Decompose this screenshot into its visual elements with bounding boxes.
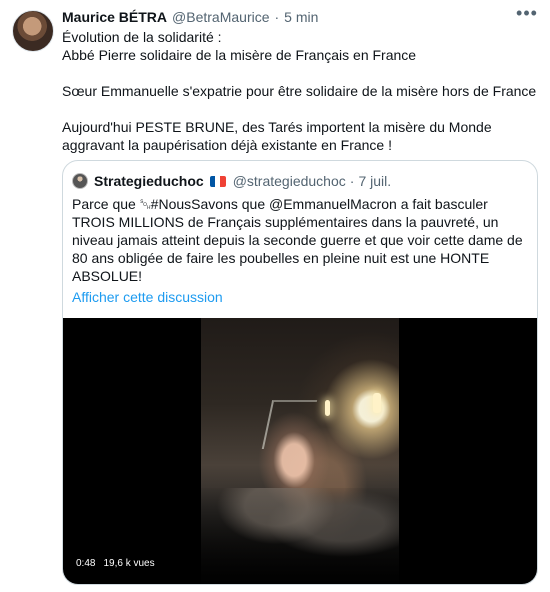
street-light — [325, 400, 330, 416]
quoted-author-avatar[interactable] — [72, 173, 88, 189]
embedded-video[interactable]: 0:48 19,6 k vues — [63, 318, 537, 584]
header-separator: · — [274, 9, 280, 25]
video-duration: 0:48 — [76, 558, 96, 569]
tweet-text-line-4: Sœur Emmanuelle s'expatrie pour être sol… — [62, 83, 537, 99]
quoted-text-line-1: Parce que ␁#NousSavons que @EmmanuelMacr… — [72, 196, 488, 212]
quoted-header-separator: · — [349, 173, 355, 189]
author-display-name[interactable]: Maurice BÉTRA — [62, 9, 167, 25]
author-handle[interactable]: @BetraMaurice — [172, 9, 269, 25]
tweet-text-line-7: aggravant la paupérisation déjà existant… — [62, 137, 392, 153]
bright-light — [373, 393, 381, 413]
more-horizontal-icon[interactable]: ••• — [515, 4, 539, 25]
quoted-text-line-3: niveau jamais atteint depuis la seconde … — [72, 232, 523, 248]
tweet-card[interactable]: Maurice BÉTRA @BetraMaurice · 5 min ••• … — [0, 0, 550, 592]
quoted-author-handle[interactable]: @strategieduchoc — [233, 173, 346, 189]
quoted-author-display-name[interactable]: Strategieduchoc — [94, 173, 204, 189]
tweet-text-line-1: Évolution de la solidarité : — [62, 29, 222, 45]
french-flag-icon — [209, 175, 226, 187]
video-view-count: 19,6 k vues — [103, 558, 155, 569]
quoted-tweet-header: Strategieduchoc @strategieduchoc · 7 jui… — [72, 172, 391, 190]
tweet-timestamp[interactable]: 5 min — [284, 9, 318, 25]
author-avatar[interactable] — [12, 10, 54, 52]
tweet-text-line-6: Aujourd'hui PESTE BRUNE, des Tarés impor… — [62, 119, 492, 135]
quoted-text-line-5: ABSOLUE! — [72, 268, 143, 284]
quoted-text-line-2: TROIS MILLIONS de Français supplémentair… — [72, 214, 499, 230]
tweet-header: Maurice BÉTRA @BetraMaurice · 5 min — [62, 8, 318, 26]
quoted-text-line-4: 80 ans obligée de faire les poubelles en… — [72, 250, 490, 266]
quoted-tweet-card[interactable]: Strategieduchoc @strategieduchoc · 7 jui… — [62, 160, 538, 585]
show-thread-link[interactable]: Afficher cette discussion — [72, 288, 223, 306]
tweet-text-line-2: Abbé Pierre solidaire de la misère de Fr… — [62, 47, 417, 63]
video-stats: 0:48 19,6 k vues — [76, 558, 155, 570]
quoted-tweet-timestamp[interactable]: 7 juil. — [358, 173, 391, 189]
video-thumbnail — [201, 318, 399, 584]
